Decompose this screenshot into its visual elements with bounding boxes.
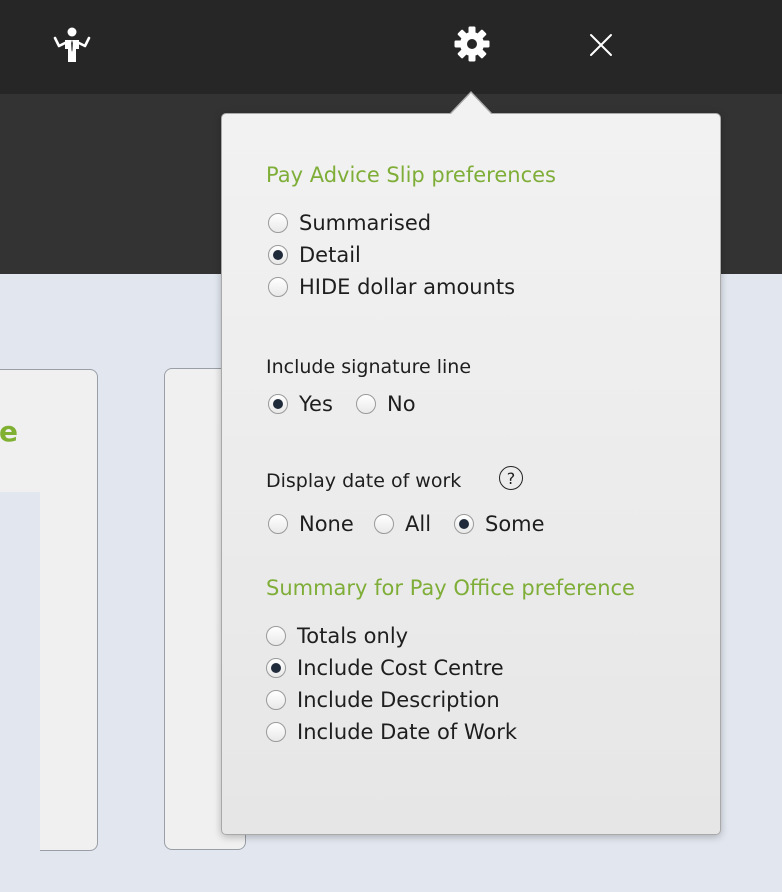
- radio-date-none[interactable]: None: [268, 512, 354, 536]
- radio-hide-dollar-amounts[interactable]: HIDE dollar amounts: [268, 275, 515, 299]
- date-of-work-label: Display date of work: [266, 470, 462, 492]
- radio-include-cost-centre[interactable]: Include Cost Centre: [266, 656, 504, 680]
- radio-button[interactable]: [266, 658, 286, 678]
- radio-button[interactable]: [268, 514, 288, 534]
- radio-label: HIDE dollar amounts: [299, 275, 516, 299]
- pay-office-summary-heading: Summary for Pay Office preference: [266, 576, 635, 600]
- radio-label: Summarised: [299, 211, 432, 235]
- radio-date-some[interactable]: Some: [454, 512, 545, 536]
- radio-label: Detail: [299, 243, 361, 267]
- radio-label: All: [405, 512, 432, 536]
- radio-label: Yes: [299, 392, 333, 416]
- radio-date-all[interactable]: All: [374, 512, 431, 536]
- radio-button[interactable]: [266, 626, 286, 646]
- radio-button[interactable]: [374, 514, 394, 534]
- radio-label: No: [387, 392, 416, 416]
- help-icon[interactable]: ?: [499, 466, 523, 490]
- radio-include-description[interactable]: Include Description: [266, 688, 500, 712]
- radio-button[interactable]: [266, 690, 286, 710]
- card-title-fragment: e: [0, 415, 18, 448]
- radio-button[interactable]: [266, 722, 286, 742]
- radio-label: None: [299, 512, 354, 536]
- radio-summarised[interactable]: Summarised: [268, 211, 431, 235]
- radio-button[interactable]: [268, 213, 288, 233]
- signature-line-label: Include signature line: [266, 356, 472, 378]
- radio-button[interactable]: [356, 394, 376, 414]
- top-bar: [0, 0, 782, 94]
- radio-include-date-of-work[interactable]: Include Date of Work: [266, 720, 517, 744]
- close-icon[interactable]: [584, 28, 618, 62]
- radio-totals-only[interactable]: Totals only: [266, 624, 408, 648]
- person-shrug-icon[interactable]: [48, 22, 96, 66]
- radio-label: Include Cost Centre: [297, 656, 504, 680]
- radio-signature-no[interactable]: No: [356, 392, 416, 416]
- background-card-left: e: [0, 369, 98, 892]
- radio-label: Some: [485, 512, 545, 536]
- radio-button[interactable]: [268, 245, 288, 265]
- radio-button[interactable]: [268, 394, 288, 414]
- radio-label: Include Description: [297, 688, 500, 712]
- radio-detail[interactable]: Detail: [268, 243, 361, 267]
- radio-label: Include Date of Work: [297, 720, 518, 744]
- gear-icon[interactable]: [450, 22, 494, 66]
- radio-signature-yes[interactable]: Yes: [268, 392, 333, 416]
- radio-label: Totals only: [297, 624, 409, 648]
- radio-button[interactable]: [268, 277, 288, 297]
- card-inner-panel: [0, 492, 40, 892]
- payslip-preferences-heading: Pay Advice Slip preferences: [266, 163, 556, 187]
- radio-button[interactable]: [454, 514, 474, 534]
